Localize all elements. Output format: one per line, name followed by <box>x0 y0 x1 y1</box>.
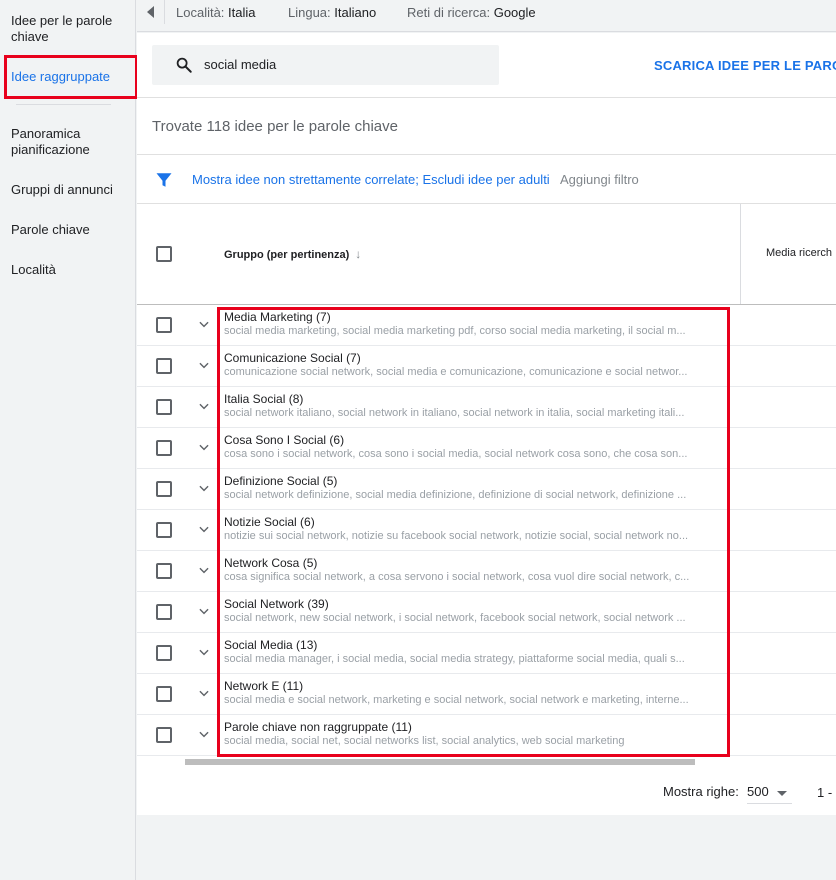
chevron-down-icon[interactable] <box>197 604 211 618</box>
sidebar-item-locations[interactable]: Località <box>11 262 131 278</box>
search-icon <box>176 57 192 73</box>
main-panel: social media SCARICA IDEE PER LE PARO Tr… <box>137 33 836 815</box>
chevron-down-icon[interactable] <box>197 563 211 577</box>
divider <box>137 97 836 98</box>
add-filter-button[interactable]: Aggiungi filtro <box>560 172 639 187</box>
chevron-down-icon[interactable] <box>197 727 211 741</box>
rows-per-page-value: 500 <box>747 784 769 799</box>
search-input[interactable]: social media <box>152 45 499 85</box>
sidebar-item-ad-groups[interactable]: Gruppi di annunci <box>11 182 131 198</box>
column-header-avg-searches[interactable]: Media ricerch <box>766 247 832 259</box>
language-label: Lingua: <box>288 5 331 20</box>
chevron-down-icon[interactable] <box>197 481 211 495</box>
download-ideas-button[interactable]: SCARICA IDEE PER LE PARO <box>654 58 836 73</box>
targeting-bar: Località: Italia Lingua: Italiano Reti d… <box>137 0 836 32</box>
row-checkbox[interactable] <box>156 686 172 702</box>
row-checkbox[interactable] <box>156 317 172 333</box>
sidebar-item-keywords[interactable]: Parole chiave <box>11 222 131 238</box>
chevron-down-icon[interactable] <box>197 399 211 413</box>
column-divider[interactable] <box>740 204 741 305</box>
row-checkbox[interactable] <box>156 522 172 538</box>
language-value: Italiano <box>334 5 377 20</box>
chevron-down-icon[interactable] <box>197 645 211 659</box>
chevron-down-icon[interactable] <box>197 440 211 454</box>
search-value: social media <box>204 57 277 72</box>
location-value: Italia <box>228 5 256 20</box>
sidebar-item-keyword-ideas[interactable]: Idee per le parole chiave <box>11 13 131 45</box>
active-filters-link[interactable]: Mostra idee non strettamente correlate; … <box>192 172 550 187</box>
results-count: Trovate 118 idee per le parole chiave <box>152 118 398 135</box>
filter-icon[interactable] <box>155 171 173 189</box>
location-setting[interactable]: Località: Italia <box>176 5 256 20</box>
highlight-box-sidebar <box>4 55 138 99</box>
row-checkbox[interactable] <box>156 481 172 497</box>
chevron-left-icon <box>147 6 154 18</box>
highlight-box-table <box>217 307 730 757</box>
rows-per-page-select[interactable]: 500 <box>747 782 792 804</box>
sort-down-icon: ↓ <box>355 247 362 261</box>
horizontal-scrollbar[interactable] <box>185 759 695 765</box>
caret-down-icon <box>777 791 787 796</box>
chevron-down-icon[interactable] <box>197 686 211 700</box>
sidebar: Idee per le parole chiave Idee raggruppa… <box>0 0 138 880</box>
chevron-down-icon[interactable] <box>197 358 211 372</box>
divider <box>137 203 836 204</box>
location-label: Località: <box>176 5 225 20</box>
row-checkbox[interactable] <box>156 440 172 456</box>
sidebar-item-plan-overview[interactable]: Panoramica pianificazione <box>11 126 131 158</box>
network-label: Reti di ricerca: <box>407 5 491 20</box>
network-value: Google <box>493 5 536 20</box>
divider <box>137 154 836 155</box>
row-checkbox[interactable] <box>156 563 172 579</box>
language-setting[interactable]: Lingua: Italiano <box>288 5 376 20</box>
row-checkbox[interactable] <box>156 399 172 415</box>
row-checkbox[interactable] <box>156 645 172 661</box>
chevron-down-icon[interactable] <box>197 317 211 331</box>
collapse-sidebar-button[interactable] <box>137 0 165 24</box>
sidebar-divider <box>16 104 111 105</box>
row-checkbox[interactable] <box>156 358 172 374</box>
chevron-down-icon[interactable] <box>197 522 211 536</box>
rows-per-page-label: Mostra righe: <box>663 784 739 799</box>
pagination-range: 1 - 1 <box>817 785 836 800</box>
column-header-group-label: Gruppo (per pertinenza) <box>224 249 350 261</box>
network-setting[interactable]: Reti di ricerca: Google <box>407 5 536 20</box>
row-checkbox[interactable] <box>156 727 172 743</box>
row-checkbox[interactable] <box>156 604 172 620</box>
column-header-group[interactable]: Gruppo (per pertinenza) ↓ <box>224 247 361 261</box>
select-all-checkbox[interactable] <box>156 246 172 262</box>
